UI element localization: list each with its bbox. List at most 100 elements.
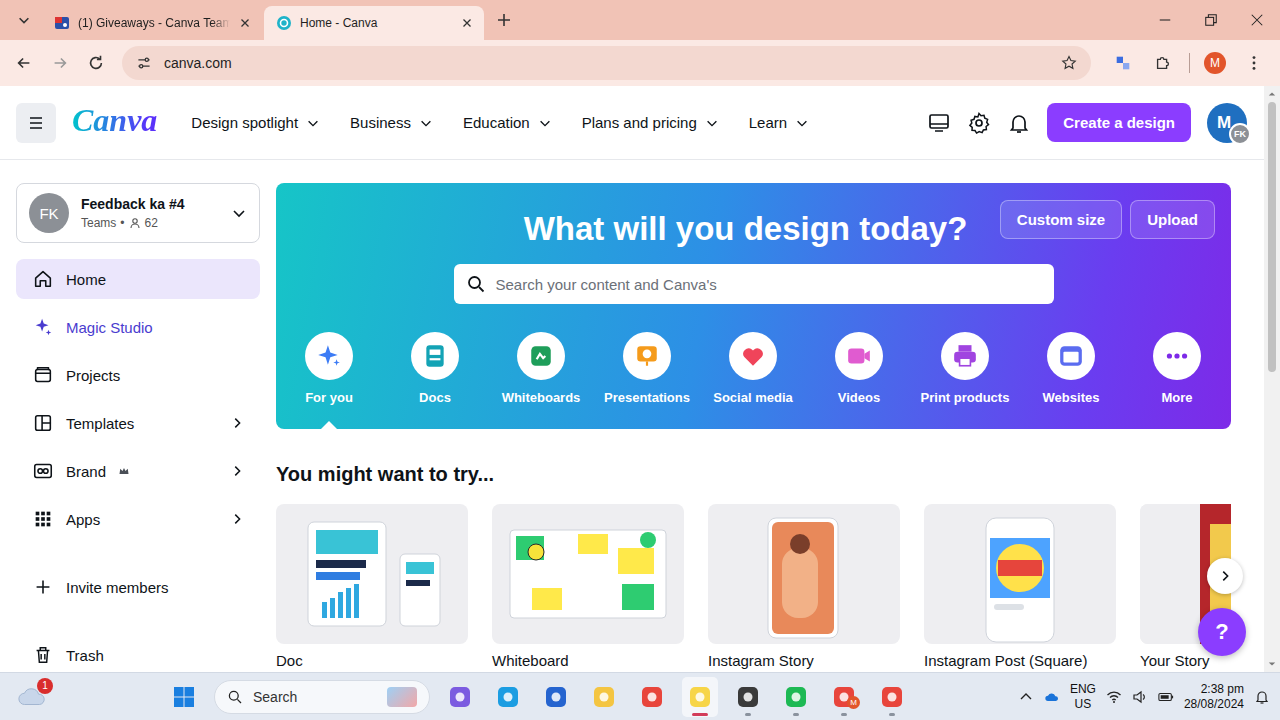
search-field[interactable]: Search your content and Canva's — [454, 264, 1054, 304]
close-window-button[interactable] — [1234, 0, 1280, 40]
forward-button[interactable] — [44, 47, 76, 79]
design-card[interactable]: Instagram Post (Square) — [924, 504, 1116, 669]
taskbar-app[interactable] — [730, 677, 766, 717]
hero-button[interactable]: Upload — [1130, 200, 1215, 239]
taskbar-app[interactable] — [442, 677, 478, 717]
taskbar-app[interactable]: M — [826, 677, 862, 717]
scrollbar[interactable] — [1264, 86, 1280, 672]
nav-item[interactable]: Design spotlight — [191, 114, 320, 131]
sidebar-item[interactable]: Projects — [16, 355, 260, 395]
team-switcher[interactable]: FK Feedback ka #4 Teams • 62 — [16, 183, 260, 243]
new-tab-button[interactable] — [490, 6, 518, 34]
desktop-app-icon[interactable] — [927, 111, 951, 135]
card-thumbnail[interactable] — [924, 504, 1116, 644]
design-card[interactable]: Instagram Story — [708, 504, 900, 669]
notification-bell-icon[interactable] — [1254, 689, 1270, 705]
minimize-button[interactable] — [1142, 0, 1188, 40]
category-label: More — [1161, 390, 1192, 405]
team-avatar: FK — [29, 193, 69, 233]
gear-icon[interactable] — [967, 111, 991, 135]
sidebar-item[interactable]: Brand — [16, 451, 260, 491]
taskbar-app[interactable] — [634, 677, 670, 717]
category-item[interactable]: Websites — [1018, 332, 1124, 413]
card-thumbnail[interactable] — [492, 504, 684, 644]
scroll-down-icon[interactable] — [1268, 660, 1276, 668]
taskbar-app[interactable] — [538, 677, 574, 717]
category-item[interactable]: Docs — [382, 332, 488, 413]
account-avatar[interactable]: M FK — [1207, 103, 1247, 143]
menu-button[interactable] — [16, 103, 56, 143]
category-item[interactable]: Presentations — [594, 332, 700, 413]
invite-members-button[interactable]: Invite members — [16, 567, 260, 607]
taskbar-app[interactable] — [586, 677, 622, 717]
app-icon — [592, 685, 616, 709]
taskbar-app[interactable] — [874, 677, 910, 717]
language-indicator[interactable]: ENG US — [1070, 682, 1096, 712]
reload-button[interactable] — [80, 47, 112, 79]
volume-icon[interactable] — [1132, 689, 1148, 705]
wifi-icon[interactable] — [1106, 689, 1122, 705]
hero-button[interactable]: Custom size — [1000, 200, 1122, 239]
section-title: You might want to try... — [276, 463, 1231, 486]
design-card[interactable]: Doc — [276, 504, 468, 669]
bookmark-star-icon[interactable] — [1061, 55, 1077, 71]
restore-button[interactable] — [1188, 0, 1234, 40]
browser-tab[interactable]: (1) Giveaways - Canva Team Inv — [42, 6, 262, 40]
taskbar-search[interactable]: Search — [214, 680, 430, 714]
help-button[interactable]: ? — [1198, 608, 1246, 656]
category-item[interactable]: For you — [276, 332, 382, 413]
category-item[interactable]: Videos — [806, 332, 912, 413]
clock[interactable]: 2:38 pm 28/08/2024 — [1184, 682, 1244, 712]
sidebar-item[interactable]: Home — [16, 259, 260, 299]
close-icon[interactable] — [460, 16, 474, 30]
sidebar-item[interactable]: Templates — [16, 403, 260, 443]
category-circle — [1047, 332, 1095, 380]
card-thumbnail[interactable] — [276, 504, 468, 644]
back-button[interactable] — [8, 47, 40, 79]
chevron-down-icon — [795, 116, 809, 130]
close-icon[interactable] — [238, 16, 252, 30]
sidebar-item[interactable]: Apps — [16, 499, 260, 539]
notification-badge: 1 — [37, 678, 53, 694]
tab-search-button[interactable] — [10, 6, 38, 34]
canva-favicon-icon — [276, 15, 292, 31]
scroll-up-icon[interactable] — [1268, 90, 1276, 98]
category-item[interactable]: Social media — [700, 332, 806, 413]
taskbar-app[interactable] — [778, 677, 814, 717]
nav-item[interactable]: Education — [463, 114, 552, 131]
taskbar-app[interactable] — [490, 677, 526, 717]
carousel-next-button[interactable] — [1207, 558, 1243, 594]
nav-item[interactable]: Business — [350, 114, 433, 131]
team-badge: FK — [1229, 123, 1251, 145]
battery-icon[interactable] — [1158, 689, 1174, 705]
canva-logo[interactable]: Canva — [72, 102, 161, 143]
category-circle — [835, 332, 883, 380]
browser-tab[interactable]: Home - Canva — [264, 6, 484, 40]
category-item[interactable]: Print products — [912, 332, 1018, 413]
chevron-up-icon[interactable] — [1018, 689, 1034, 705]
address-bar[interactable]: canva.com — [122, 46, 1091, 80]
site-info-icon[interactable] — [136, 55, 152, 71]
sidebar-item[interactable]: Magic Studio — [16, 307, 260, 347]
taskbar-app[interactable] — [682, 677, 718, 717]
extension-icon[interactable] — [1114, 54, 1132, 72]
nav-item[interactable]: Learn — [749, 114, 809, 131]
puzzle-icon[interactable] — [1154, 54, 1172, 72]
profile-avatar[interactable]: M — [1204, 52, 1226, 74]
desktop: (1) Giveaways - Canva Team Inv Home - Ca… — [0, 0, 1280, 720]
nav-item[interactable]: Plans and pricing — [582, 114, 719, 131]
category-item[interactable]: More — [1124, 332, 1230, 413]
menu-dots-icon[interactable] — [1245, 54, 1263, 72]
trash-button[interactable]: Trash — [16, 635, 260, 672]
main-content: What will you design today? Custom sizeU… — [260, 160, 1264, 672]
windows-start-icon[interactable] — [172, 685, 196, 709]
design-card[interactable]: Whiteboard — [492, 504, 684, 669]
create-design-button[interactable]: Create a design — [1047, 103, 1191, 142]
bell-icon[interactable] — [1007, 111, 1031, 135]
category-item[interactable]: Whiteboards — [488, 332, 594, 413]
card-thumbnail[interactable] — [708, 504, 900, 644]
weather-widget[interactable]: 1 — [16, 681, 48, 713]
onedrive-icon[interactable] — [1044, 689, 1060, 705]
scrollbar-thumb[interactable] — [1268, 102, 1276, 372]
system-tray: ENG US 2:38 pm 28/08/2024 — [1018, 682, 1270, 712]
